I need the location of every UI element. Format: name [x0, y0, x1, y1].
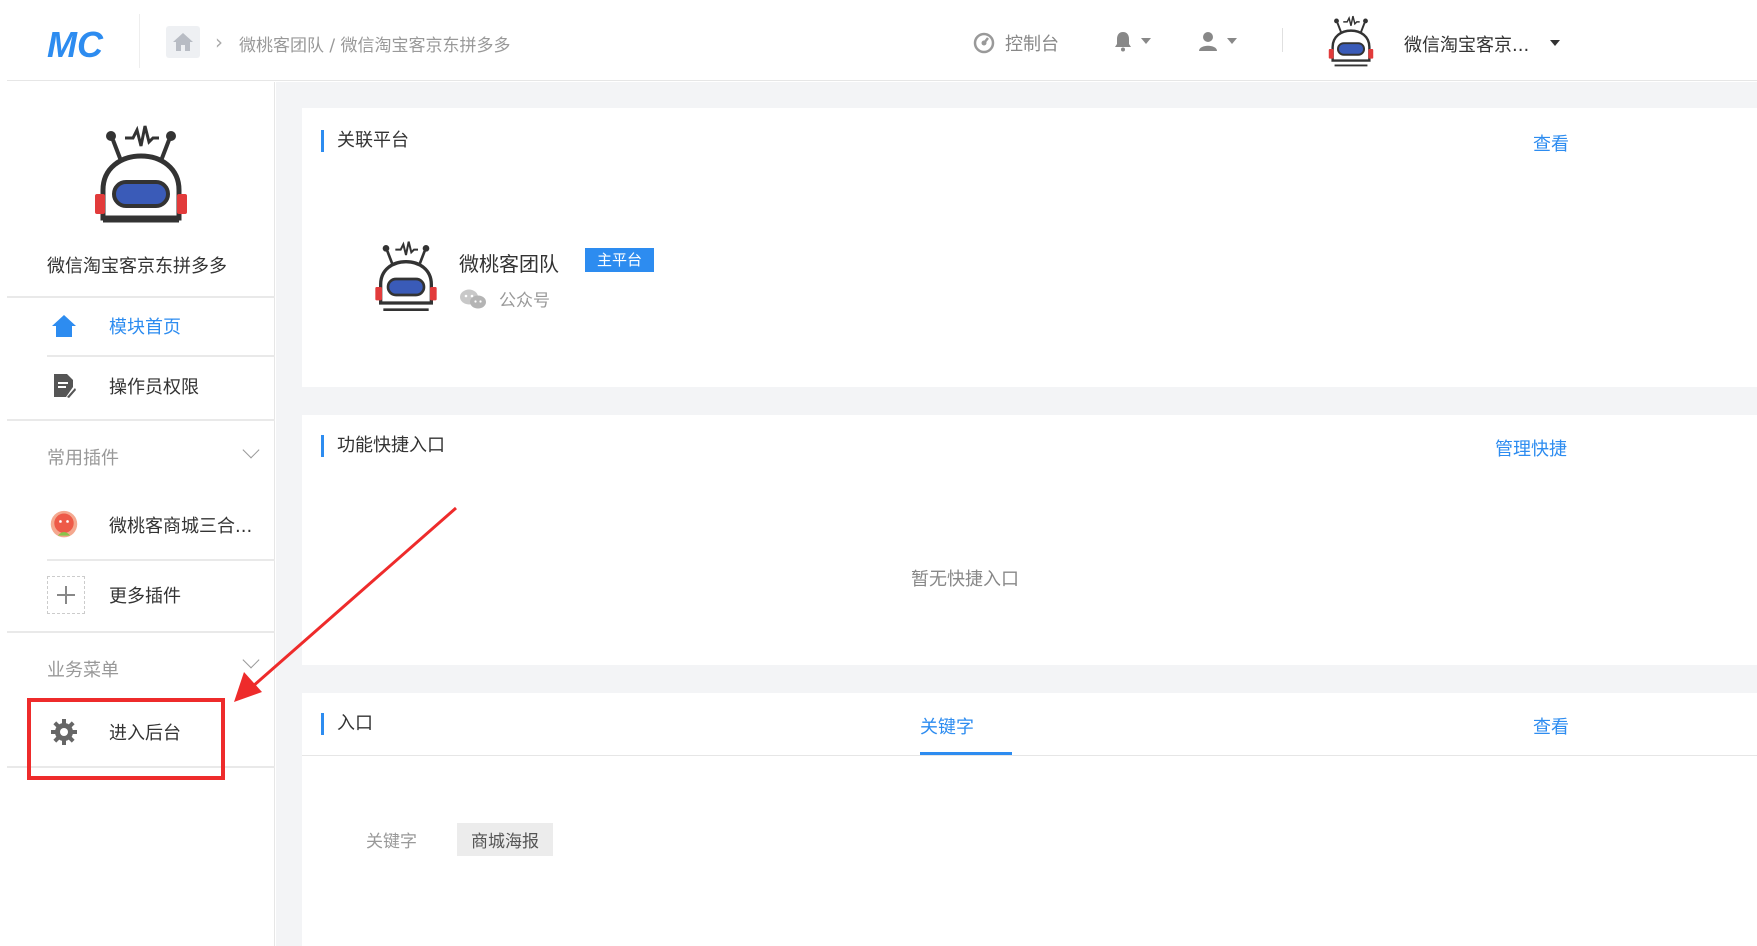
- sidebar-item-plugin-mall[interactable]: 微桃客商城三合...: [7, 495, 275, 555]
- account-name[interactable]: 微信淘宝客京...: [1404, 31, 1529, 57]
- divider: [7, 419, 275, 421]
- account-avatar-large: [95, 125, 187, 223]
- user-dropdown[interactable]: [1197, 30, 1237, 52]
- platform-type-label: 公众号: [499, 291, 550, 311]
- logo-divider: [139, 14, 140, 68]
- sidebar-item-more-plugins[interactable]: 更多插件: [7, 565, 275, 625]
- breadcrumb-home-button[interactable]: [166, 26, 200, 58]
- manage-shortcuts-link[interactable]: 管理快捷: [1495, 435, 1567, 461]
- sidebar: 微信淘宝客京东拼多多 模块首页 操作员权限 常用插件 微桃客商城三合... 更多…: [7, 82, 275, 946]
- platform-name: 微桃客团队: [459, 252, 559, 276]
- keyword-tag[interactable]: 商城海报: [457, 823, 553, 856]
- account-avatar[interactable]: [1322, 12, 1380, 70]
- chevron-down-icon[interactable]: [242, 441, 260, 459]
- tab-keyword[interactable]: 关键字: [920, 713, 974, 739]
- card-title: 入口: [321, 713, 373, 735]
- sidebar-item-operator-permissions[interactable]: 操作员权限: [7, 358, 275, 414]
- platform-avatar: [375, 241, 437, 311]
- document-edit-icon: [49, 371, 79, 401]
- divider: [7, 631, 275, 633]
- home-icon: [173, 33, 193, 51]
- linked-platform-card: 关联平台 查看 微桃客团队 主平台 公众号: [302, 108, 1757, 387]
- bell-icon: [1115, 32, 1131, 52]
- sidebar-item-label: 模块首页: [109, 317, 181, 338]
- card-title: 关联平台: [321, 130, 409, 152]
- card-title: 功能快捷入口: [321, 435, 445, 457]
- chevron-right-icon: ›: [215, 30, 223, 54]
- view-entry-link[interactable]: 查看: [1533, 713, 1569, 739]
- view-platform-link[interactable]: 查看: [1533, 130, 1569, 156]
- sidebar-item-module-home[interactable]: 模块首页: [7, 298, 275, 354]
- sidebar-item-label: 更多插件: [109, 586, 181, 607]
- keyword-label: 关键字: [366, 832, 417, 852]
- shortcut-card: 功能快捷入口 管理快捷 暂无快捷入口: [302, 415, 1757, 665]
- sidebar-item-label: 微桃客商城三合...: [109, 516, 253, 537]
- notifications-dropdown[interactable]: [1113, 30, 1151, 52]
- entry-card: 入口 关键字 查看 关键字 商城海报: [302, 693, 1757, 946]
- svg-text:MC: MC: [47, 24, 104, 64]
- sidebar-item-label: 操作员权限: [109, 377, 199, 398]
- chevron-down-icon[interactable]: [242, 651, 260, 669]
- main-content: 关联平台 查看 微桃客团队 主平台 公众号 功能快捷入口 管理快捷 暂无快捷入口…: [276, 82, 1757, 946]
- breadcrumb[interactable]: 微桃客团队 / 微信淘宝客京东拼多多: [239, 31, 511, 56]
- user-icon: [1199, 32, 1217, 51]
- divider: [1282, 28, 1283, 52]
- divider: [302, 755, 1757, 756]
- main-platform-badge: 主平台: [585, 248, 655, 272]
- wechat-icon: [460, 289, 486, 308]
- platform-type: 公众号: [459, 286, 550, 311]
- group-title-business[interactable]: 业务菜单: [47, 656, 119, 682]
- plus-icon: [47, 576, 85, 614]
- console-link[interactable]: 控制台: [973, 30, 1059, 56]
- annotation-highlight-box: [27, 698, 225, 780]
- dashboard-icon: [973, 32, 995, 54]
- divider: [47, 355, 275, 357]
- sidebar-account-name: 微信淘宝客京东拼多多: [47, 256, 227, 277]
- console-label: 控制台: [1005, 34, 1059, 55]
- chevron-down-icon: [1227, 38, 1237, 44]
- chevron-down-icon: [1141, 38, 1151, 44]
- empty-state-text: 暂无快捷入口: [911, 569, 1019, 590]
- chevron-down-icon[interactable]: [1550, 40, 1560, 46]
- divider: [47, 559, 275, 561]
- group-title-plugins[interactable]: 常用插件: [47, 444, 119, 470]
- logo[interactable]: MC: [47, 24, 117, 64]
- plugin-app-icon: [49, 510, 79, 540]
- home-icon: [49, 311, 79, 341]
- top-bar: MC › 微桃客团队 / 微信淘宝客京东拼多多 控制台 微信淘宝客京...: [7, 0, 1757, 81]
